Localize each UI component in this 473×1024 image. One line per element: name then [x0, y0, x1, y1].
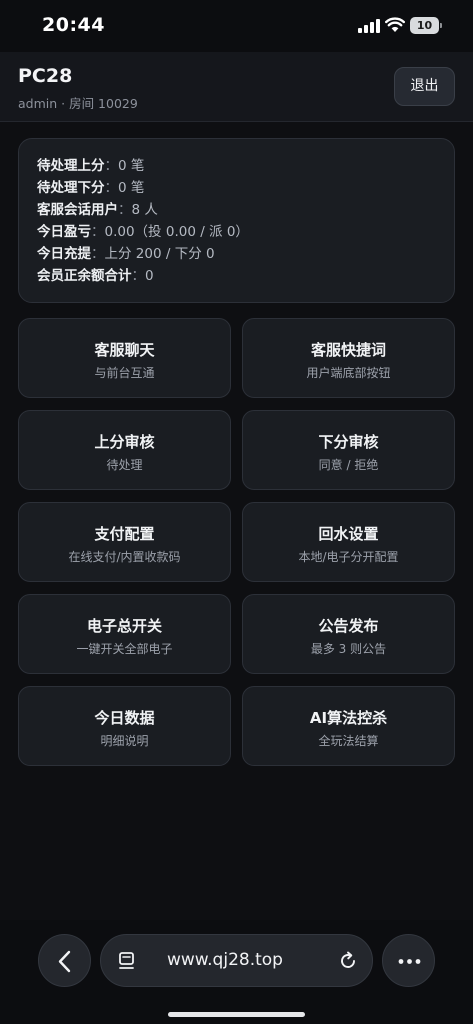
home-indicator [168, 1012, 305, 1017]
tile-title: 今日数据 [94, 709, 155, 727]
status-bar: 20:44 10 [0, 0, 473, 52]
app-header: PC28 admin · 房间 10029 退出 [0, 52, 473, 122]
stat-value: 上分 200 / 下分 0 [104, 246, 215, 262]
stat-today-profit: 今日盈亏：0.00（投 0.00 / 派 0） [37, 224, 249, 240]
url-text: www.qj28.top [167, 950, 283, 970]
stat-support-users: 客服会话用户：8 人 [37, 202, 158, 218]
tile-title: 支付配置 [94, 525, 155, 543]
tile-subtitle: 一键开关全部电子 [76, 642, 173, 656]
tile-subtitle: 用户端底部按钮 [306, 366, 391, 380]
tile-subtitle: 在线支付/内置收款码 [68, 550, 181, 564]
menu-quick-replies[interactable]: 客服快捷词 用户端底部按钮 [242, 318, 455, 398]
menu-electronic-master-switch[interactable]: 电子总开关 一键开关全部电子 [18, 594, 231, 674]
tile-title: 下分审核 [318, 433, 379, 451]
status-time: 20:44 [42, 14, 105, 36]
cellular-signal-icon [358, 19, 380, 33]
menu-today-data[interactable]: 今日数据 明细说明 [18, 686, 231, 766]
menu-rebate-settings[interactable]: 回水设置 本地/电子分开配置 [242, 502, 455, 582]
tile-subtitle: 全玩法结算 [318, 734, 379, 748]
tile-title: 客服快捷词 [310, 341, 386, 359]
stat-value: 0.00（投 0.00 / 派 0） [104, 224, 249, 240]
address-bar[interactable]: www.qj28.top [100, 934, 373, 987]
more-options-button[interactable] [382, 934, 435, 987]
menu-withdraw-review[interactable]: 下分审核 同意 / 拒绝 [242, 410, 455, 490]
stat-today-deposit-withdraw: 今日充提：上分 200 / 下分 0 [37, 246, 215, 262]
stat-label: 今日充提 [37, 246, 91, 262]
stat-label: 会员正余额合计 [37, 268, 132, 284]
stat-member-balance-total: 会员正余额合计：0 [37, 268, 154, 284]
page-title: PC28 [18, 65, 73, 87]
stat-value: 0 [145, 268, 154, 284]
stat-label: 待处理上分 [37, 158, 105, 174]
more-icon [398, 959, 421, 964]
tile-title: 客服聊天 [94, 341, 155, 359]
reload-icon[interactable] [337, 950, 359, 972]
stat-value: 8 人 [131, 202, 158, 218]
chevron-left-icon [58, 950, 71, 973]
browser-toolbar: www.qj28.top [0, 920, 473, 1024]
logout-button[interactable]: 退出 [394, 67, 455, 106]
tile-subtitle: 本地/电子分开配置 [298, 550, 399, 564]
reader-icon[interactable] [116, 950, 138, 972]
wifi-icon [385, 17, 405, 32]
menu-announcements[interactable]: 公告发布 最多 3 则公告 [242, 594, 455, 674]
menu-deposit-review[interactable]: 上分审核 待处理 [18, 410, 231, 490]
stat-value: 0 笔 [118, 180, 145, 196]
stat-value: 0 笔 [118, 158, 145, 174]
tile-title: 公告发布 [318, 617, 379, 635]
tile-title: 回水设置 [318, 525, 379, 543]
tile-title: 上分审核 [94, 433, 155, 451]
tile-subtitle: 同意 / 拒绝 [318, 458, 379, 472]
back-button[interactable] [38, 934, 91, 987]
tile-subtitle: 与前台互通 [94, 366, 155, 380]
stat-label: 今日盈亏 [37, 224, 91, 240]
tile-subtitle: 明细说明 [100, 734, 149, 748]
stat-label: 待处理下分 [37, 180, 105, 196]
tile-subtitle: 最多 3 则公告 [310, 642, 387, 656]
menu-support-chat[interactable]: 客服聊天 与前台互通 [18, 318, 231, 398]
tile-subtitle: 待处理 [106, 458, 143, 472]
tile-title: 电子总开关 [86, 617, 162, 635]
menu-ai-algorithm[interactable]: AI算法控杀 全玩法结算 [242, 686, 455, 766]
stat-label: 客服会话用户 [37, 202, 118, 218]
stat-pending-withdraw: 待处理下分：0 笔 [37, 180, 145, 196]
tile-title: AI算法控杀 [309, 709, 388, 727]
stats-summary-card: 待处理上分：0 笔 待处理下分：0 笔 客服会话用户：8 人 今日盈亏：0.00… [18, 138, 455, 303]
menu-payment-config[interactable]: 支付配置 在线支付/内置收款码 [18, 502, 231, 582]
battery-icon: 10 [410, 17, 442, 34]
stat-pending-deposit: 待处理上分：0 笔 [37, 158, 145, 174]
user-room-info: admin · 房间 10029 [18, 96, 138, 111]
